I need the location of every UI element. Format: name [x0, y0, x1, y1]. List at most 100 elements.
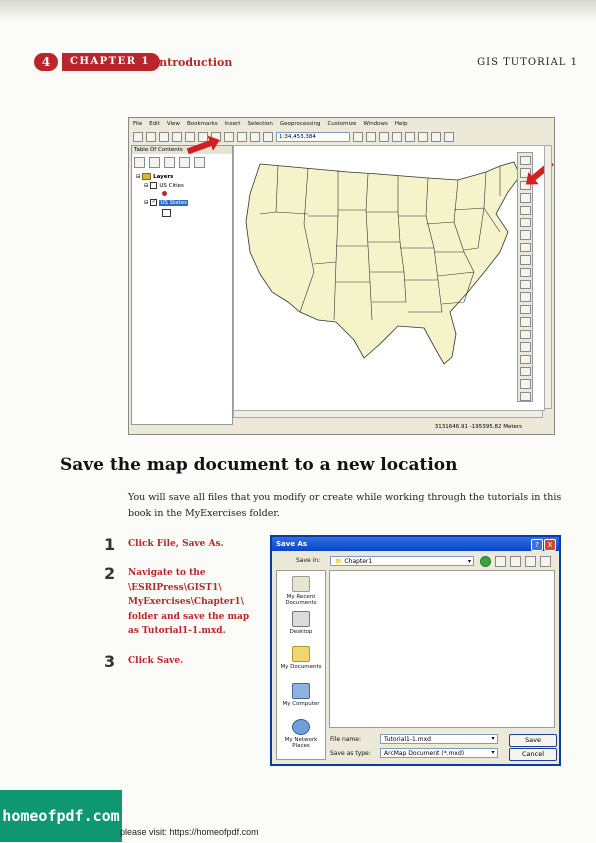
us-states-map — [245, 161, 521, 365]
save-icon[interactable] — [159, 132, 169, 142]
save-in-dropdown[interactable]: 📁 Chapter1 ▾ — [330, 556, 474, 566]
menu-geoprocessing[interactable]: Geoprocessing — [280, 121, 321, 130]
toc-view-buttons — [134, 157, 205, 168]
section-heading: Save the map document to a new location — [60, 455, 458, 475]
select-elements-icon[interactable] — [519, 280, 531, 290]
hyperlink-icon[interactable] — [519, 304, 531, 315]
chevron-down-icon[interactable]: ▾ — [488, 734, 498, 744]
file-list[interactable] — [329, 570, 555, 728]
place-network[interactable]: My Network Places — [277, 719, 325, 749]
go-to-xy-icon[interactable] — [519, 366, 531, 377]
forward-extent-icon[interactable] — [519, 242, 531, 253]
undo-icon[interactable] — [237, 132, 247, 142]
new-folder-icon[interactable] — [510, 556, 521, 567]
save-button[interactable]: Save — [509, 734, 557, 747]
my-documents-icon — [292, 646, 310, 662]
desktop-icon — [292, 611, 310, 627]
menu-edit[interactable]: Edit — [149, 121, 160, 130]
layers-frame[interactable]: ⊟ Layers — [136, 173, 173, 180]
find-route-icon[interactable] — [519, 354, 531, 364]
my-computer-icon — [292, 683, 310, 699]
arcmap-toolbar: 1:34,453,384 — [133, 131, 549, 143]
toc-window-icon[interactable] — [366, 132, 376, 142]
status-coordinates: 3131646.91 -195395.82 Meters — [434, 424, 522, 430]
search-window-icon[interactable] — [392, 132, 402, 142]
html-popup-icon[interactable] — [519, 317, 531, 327]
help-button[interactable]: ? — [531, 539, 543, 551]
menu-customize[interactable]: Customize — [327, 121, 356, 130]
catalog-icon[interactable] — [379, 132, 389, 142]
place-my-documents[interactable]: My Documents — [277, 646, 325, 670]
menu-bookmarks[interactable]: Bookmarks — [187, 121, 218, 130]
find-icon[interactable] — [519, 342, 531, 352]
new-icon[interactable] — [133, 132, 143, 142]
full-extent-icon[interactable] — [519, 193, 531, 203]
dialog-nav-buttons — [480, 556, 551, 567]
save-in-label: Save in: — [296, 557, 321, 564]
step-text: Click Save. — [128, 656, 184, 666]
home-folder-icon[interactable] — [540, 556, 551, 567]
vertical-scrollbar[interactable] — [544, 145, 552, 409]
arctoolbox-icon[interactable] — [405, 132, 415, 142]
menu-windows[interactable]: Windows — [363, 121, 388, 130]
list-by-visibility-icon[interactable] — [164, 157, 175, 168]
identify-icon[interactable] — [519, 292, 531, 302]
back-extent-icon[interactable] — [519, 230, 531, 240]
model-builder-icon[interactable] — [431, 132, 441, 142]
save-type-label: Save as type: — [330, 750, 371, 757]
list-by-drawing-order-icon[interactable] — [134, 157, 145, 168]
place-desktop[interactable]: Desktop — [277, 611, 325, 635]
delete-icon[interactable] — [224, 132, 234, 142]
file-name-label: File name: — [330, 736, 361, 743]
print-icon[interactable] — [172, 132, 182, 142]
zoom-in-icon[interactable] — [519, 156, 531, 166]
place-recent[interactable]: My Recent Documents — [277, 576, 325, 606]
open-icon[interactable] — [146, 132, 156, 142]
list-by-source-icon[interactable] — [149, 157, 160, 168]
file-name-input[interactable]: Tutorial1-1.mxd — [380, 734, 498, 744]
chevron-down-icon[interactable]: ▾ — [488, 748, 498, 758]
horizontal-scrollbar[interactable] — [233, 410, 543, 418]
editor-icon[interactable] — [353, 132, 363, 142]
menu-file[interactable]: File — [133, 121, 142, 130]
cut-icon[interactable] — [185, 132, 195, 142]
menu-insert[interactable]: Insert — [225, 121, 241, 130]
whats-this-icon[interactable] — [444, 132, 454, 142]
save-type-select[interactable]: ArcMap Document (*.mxd) — [380, 748, 498, 758]
python-icon[interactable] — [418, 132, 428, 142]
redo-icon[interactable] — [250, 132, 260, 142]
list-by-selection-icon[interactable] — [179, 157, 190, 168]
back-icon[interactable] — [480, 556, 491, 567]
arcmap-screenshot: File Edit View Bookmarks Insert Selectio… — [128, 117, 555, 435]
place-my-computer[interactable]: My Computer — [277, 683, 325, 707]
measure-icon[interactable] — [519, 329, 531, 340]
fixed-zoom-in-icon[interactable] — [519, 205, 531, 216]
cancel-button[interactable]: Cancel — [509, 748, 557, 761]
add-data-icon[interactable] — [263, 132, 273, 142]
scale-field[interactable]: 1:34,453,384 — [276, 132, 350, 142]
up-folder-icon[interactable] — [495, 556, 506, 567]
menu-help[interactable]: Help — [395, 121, 408, 130]
time-slider-icon[interactable] — [519, 379, 531, 389]
menu-selection[interactable]: Selection — [247, 121, 272, 130]
fixed-zoom-out-icon[interactable] — [519, 218, 531, 228]
step-number: 2 — [104, 564, 116, 583]
toc-options-icon[interactable] — [194, 157, 205, 168]
views-menu-icon[interactable] — [525, 556, 536, 567]
close-button[interactable]: X — [544, 539, 556, 551]
footer-visit-text: please visit: https://homeofpdf.com — [120, 827, 259, 837]
page-number: 4 — [34, 53, 58, 71]
save-as-dialog: Save As ? X Save in: 📁 Chapter1 ▾ My Rece… — [270, 535, 561, 766]
map-display[interactable] — [233, 145, 545, 411]
viewer-window-icon[interactable] — [519, 391, 531, 402]
step-number: 1 — [104, 535, 116, 554]
clear-selection-icon[interactable] — [519, 267, 531, 278]
layer-us-cities[interactable]: ⊟ US Cities — [144, 182, 184, 189]
menu-view[interactable]: View — [167, 121, 180, 130]
select-features-icon[interactable] — [519, 255, 531, 265]
page-top-shadow — [0, 0, 596, 22]
layer-us-states[interactable]: ⊟ ✓ US States — [144, 199, 189, 206]
arcmap-menubar: File Edit View Bookmarks Insert Selectio… — [133, 121, 407, 130]
running-head: GIS TUTORIAL 1 — [477, 57, 578, 68]
places-bar: My Recent Documents Desktop My Documents… — [276, 570, 326, 760]
